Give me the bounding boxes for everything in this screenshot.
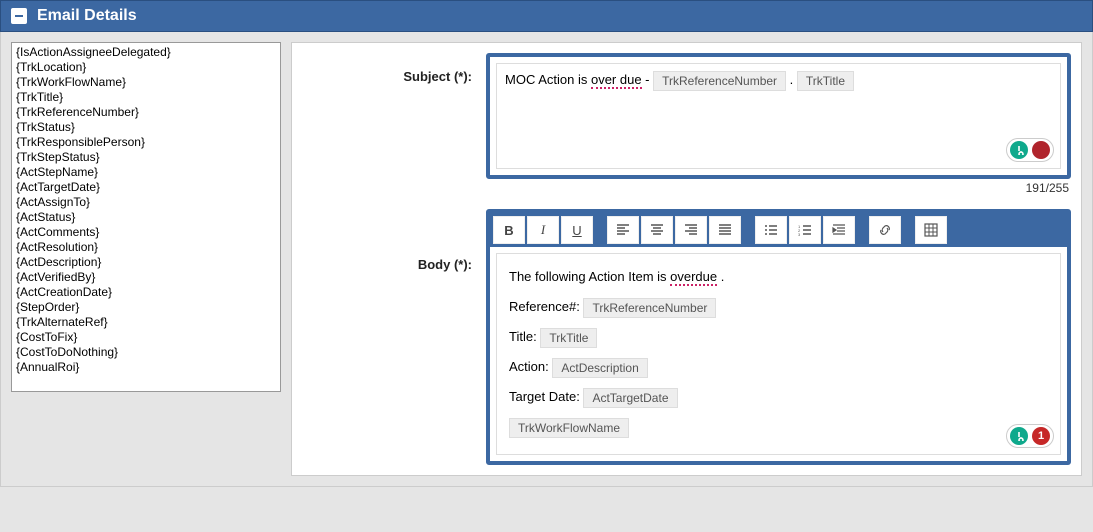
svg-text:3: 3 [798,232,801,237]
body-editor: B I U 123 [486,209,1071,465]
subject-label: Subject (*): [302,53,472,84]
bold-button[interactable]: B [493,216,525,244]
merge-field-item[interactable]: {ActStepName} [16,165,276,180]
indent-button[interactable] [823,216,855,244]
grammar-icon[interactable] [1010,141,1028,159]
token-trkreferencenumber[interactable]: TrkReferenceNumber [583,298,716,318]
subject-char-counter: 191/255 [486,179,1071,195]
email-details-page: Email Details {IsActionAssigneeDelegated… [0,0,1093,493]
body-line1b: overdue [670,269,717,286]
subject-actions [1006,138,1054,162]
merge-field-item[interactable]: {ActResolution} [16,240,276,255]
underline-button[interactable]: U [561,216,593,244]
merge-field-item[interactable]: {ActVerifiedBy} [16,270,276,285]
merge-field-item[interactable]: {TrkStatus} [16,120,276,135]
body-row: Body (*): B I U [302,209,1071,465]
subject-input[interactable]: MOC Action is over due - TrkReferenceNum… [496,63,1061,169]
merge-field-item[interactable]: {ActStatus} [16,210,276,225]
collapse-toggle[interactable] [11,8,27,24]
align-right-button[interactable] [675,216,707,244]
panel-body: {IsActionAssigneeDelegated}{TrkLocation}… [0,32,1093,487]
merge-field-item[interactable]: {AnnualRoi} [16,360,276,375]
ref-label: Reference#: [509,299,580,314]
merge-field-item[interactable]: {TrkLocation} [16,60,276,75]
subject-text: MOC Action is [505,72,591,87]
merge-field-item[interactable]: {ActComments} [16,225,276,240]
body-line1c: . [717,269,724,284]
body-line1a: The following Action Item is [509,269,670,284]
merge-field-item[interactable]: {ActTargetDate} [16,180,276,195]
merge-field-item[interactable]: {TrkWorkFlowName} [16,75,276,90]
action-label: Action: [509,359,549,374]
merge-field-item[interactable]: {ActAssignTo} [16,195,276,210]
subject-sep2: . [786,72,797,87]
body-frame: B I U 123 [486,209,1071,465]
body-label: Body (*): [302,209,472,272]
editor-column: Subject (*): MOC Action is over due - Tr… [291,42,1082,476]
token-trkworkflowname[interactable]: TrkWorkFlowName [509,418,629,438]
merge-fields-column: {IsActionAssigneeDelegated}{TrkLocation}… [11,42,281,476]
link-button[interactable] [869,216,901,244]
token-trktitle[interactable]: TrkTitle [797,71,854,91]
merge-field-item[interactable]: {CostToFix} [16,330,276,345]
merge-field-item[interactable]: {ActDescription} [16,255,276,270]
token-actdescription[interactable]: ActDescription [552,358,647,378]
rte-toolbar: B I U 123 [490,213,1067,247]
number-list-button[interactable]: 123 [789,216,821,244]
merge-field-item[interactable]: {TrkResponsiblePerson} [16,135,276,150]
panel-header: Email Details [0,0,1093,32]
token-trkreferencenumber[interactable]: TrkReferenceNumber [653,71,786,91]
merge-field-item[interactable]: {TrkTitle} [16,90,276,105]
merge-field-item[interactable]: {TrkReferenceNumber} [16,105,276,120]
subject-editor: MOC Action is over due - TrkReferenceNum… [486,53,1071,179]
body-actions: 1 [1006,424,1054,448]
body-input[interactable]: The following Action Item is overdue . R… [496,253,1061,455]
align-justify-button[interactable] [709,216,741,244]
grammar-icon[interactable] [1010,427,1028,445]
target-label: Target Date: [509,389,580,404]
subject-typo: over due [591,72,642,89]
error-indicator-icon[interactable] [1032,141,1050,159]
align-center-button[interactable] [641,216,673,244]
merge-field-item[interactable]: {IsActionAssigneeDelegated} [16,45,276,60]
merge-fields-list[interactable]: {IsActionAssigneeDelegated}{TrkLocation}… [11,42,281,392]
subject-sep1: - [642,72,654,87]
merge-field-item[interactable]: {ActCreationDate} [16,285,276,300]
merge-field-item[interactable]: {TrkAlternateRef} [16,315,276,330]
merge-field-item[interactable]: {TrkStepStatus} [16,150,276,165]
subject-frame: MOC Action is over due - TrkReferenceNum… [486,53,1071,195]
align-left-button[interactable] [607,216,639,244]
bullet-list-button[interactable] [755,216,787,244]
error-count-badge[interactable]: 1 [1032,427,1050,445]
title-label: Title: [509,329,537,344]
token-trktitle[interactable]: TrkTitle [540,328,597,348]
token-acttargetdate[interactable]: ActTargetDate [583,388,677,408]
merge-field-item[interactable]: {StepOrder} [16,300,276,315]
panel-title: Email Details [37,7,137,25]
italic-button[interactable]: I [527,216,559,244]
subject-row: Subject (*): MOC Action is over due - Tr… [302,53,1071,195]
merge-field-item[interactable]: {CostToDoNothing} [16,345,276,360]
table-button[interactable] [915,216,947,244]
